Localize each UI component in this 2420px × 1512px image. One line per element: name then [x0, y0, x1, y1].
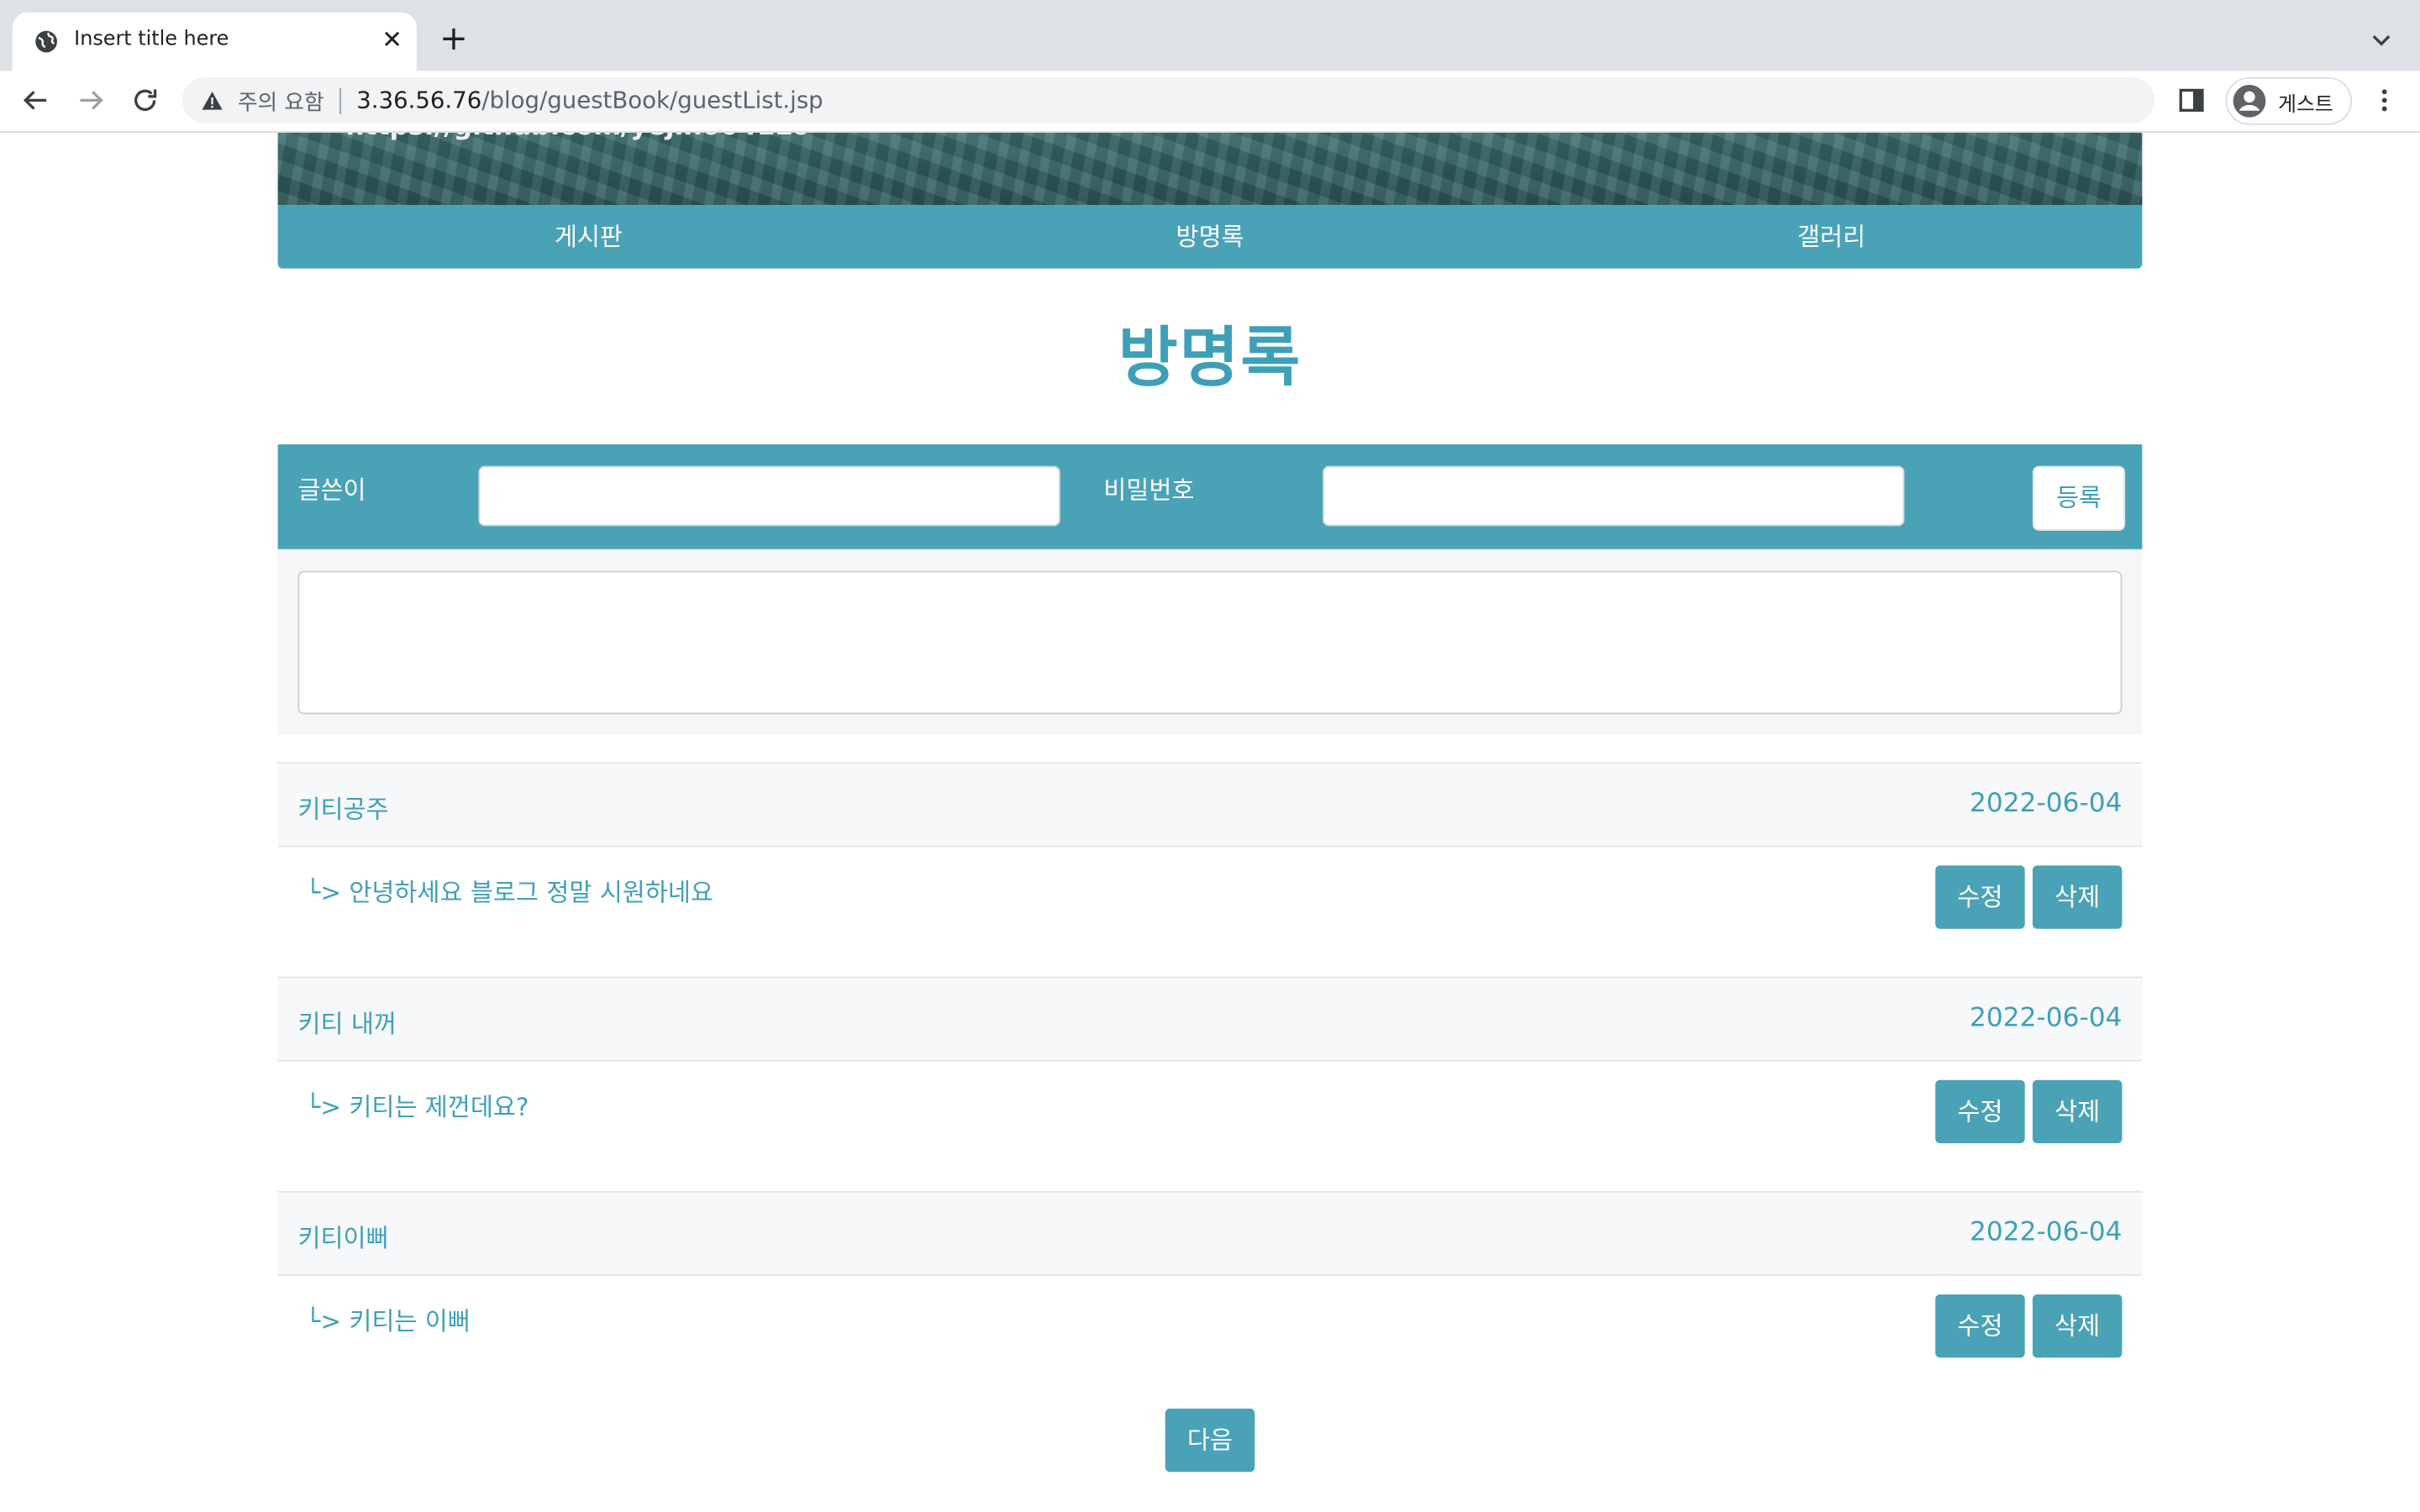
guestbook-form-bar: 글쓴이 비밀번호 등록: [277, 444, 2143, 549]
profile-label: 게스트: [2277, 94, 2333, 118]
entry-body: └> 키티는 제껀데요? 수정 삭제: [278, 1060, 2143, 1193]
edit-button[interactable]: 수정: [1935, 1294, 2025, 1358]
banner-link[interactable]: https://github.com/yejin0041L0: [345, 133, 810, 142]
entry-author: 키티공주: [297, 794, 389, 824]
browser-window: Insert title here ✕ + 주의 요함 3.36.56.76/b…: [0, 0, 2420, 1512]
tab-strip: Insert title here ✕ +: [0, 0, 2420, 71]
header-banner: https://github.com/yejin0041L0: [277, 132, 2143, 206]
content-textarea[interactable]: [297, 570, 2123, 715]
entry-header: 키티공주 2022-06-04: [277, 762, 2143, 848]
nav-item-gallery[interactable]: 갤러리: [1521, 205, 2143, 268]
entry-author: 키티 내꺼: [297, 1009, 397, 1039]
reload-icon[interactable]: [129, 85, 160, 116]
password-input[interactable]: [1323, 465, 1905, 527]
entry-content: └> 키티는 이뻐: [305, 1306, 471, 1336]
delete-button[interactable]: 삭제: [2032, 865, 2123, 929]
side-panel-icon[interactable]: [2178, 87, 2206, 114]
entry-date: 2022-06-04: [1970, 1002, 2123, 1034]
address-bar[interactable]: 주의 요함 3.36.56.76/blog/guestBook/guestLis…: [182, 76, 2155, 123]
edit-button[interactable]: 수정: [1935, 865, 2025, 929]
content-area: [277, 549, 2143, 735]
globe-icon: [35, 30, 57, 53]
entry-header: 키티이뻐 2022-06-04: [277, 1190, 2143, 1276]
tab-title: Insert title here: [74, 28, 229, 51]
url-path: /blog/guestBook/guestList.jsp: [481, 86, 823, 114]
entry-content: └> 키티는 제껀데요?: [305, 1092, 529, 1122]
new-tab-icon[interactable]: +: [435, 21, 472, 59]
security-status[interactable]: 주의 요함: [238, 87, 324, 118]
forward-arrow-icon[interactable]: [76, 85, 107, 116]
warning-icon[interactable]: [201, 90, 224, 113]
url-text[interactable]: 3.36.56.76/blog/guestBook/guestList.jsp: [356, 87, 823, 114]
browser-tab[interactable]: Insert title here ✕: [12, 12, 417, 71]
omnibox-divider: [339, 87, 341, 114]
nav-item-board[interactable]: 게시판: [278, 205, 900, 268]
edit-button[interactable]: 수정: [1935, 1079, 2025, 1143]
entry-author: 키티이뻐: [297, 1223, 389, 1253]
kebab-menu-icon[interactable]: [2370, 87, 2398, 114]
chevron-down-icon[interactable]: [2367, 26, 2395, 54]
entry-header: 키티 내꺼 2022-06-04: [277, 976, 2143, 1062]
entry-body: └> 키티는 이뻐 수정 삭제: [278, 1274, 2143, 1407]
browser-toolbar: 주의 요함 3.36.56.76/blog/guestBook/guestLis…: [0, 71, 2420, 133]
password-label: 비밀번호: [1103, 475, 1195, 505]
next-page-button[interactable]: 다음: [1165, 1408, 1255, 1473]
delete-button[interactable]: 삭제: [2032, 1294, 2123, 1358]
author-label: 글쓴이: [297, 475, 366, 505]
tab-close-icon[interactable]: ✕: [376, 24, 408, 55]
back-arrow-icon[interactable]: [20, 85, 51, 116]
author-input[interactable]: [478, 465, 1060, 527]
submit-button[interactable]: 등록: [2032, 465, 2126, 531]
delete-button[interactable]: 삭제: [2032, 1079, 2123, 1143]
entry-body: └> 안녕하세요 블로그 정말 시원하네요 수정 삭제: [278, 846, 2143, 979]
entry-content: └> 안녕하세요 블로그 정말 시원하네요: [305, 878, 713, 907]
nav-item-guestbook[interactable]: 방명록: [899, 205, 1521, 268]
entry-date: 2022-06-04: [1970, 1217, 2123, 1248]
entry-date: 2022-06-04: [1970, 788, 2123, 820]
avatar-icon: [2233, 84, 2266, 118]
url-host: 3.36.56.76: [356, 86, 482, 114]
main-nav: 게시판 방명록 갤러리: [277, 205, 2143, 269]
profile-button[interactable]: 게스트: [2225, 76, 2353, 125]
page-viewport: https://github.com/yejin0041L0 게시판 방명록 갤…: [0, 132, 2420, 1512]
page-title: 방명록: [1118, 319, 1302, 396]
